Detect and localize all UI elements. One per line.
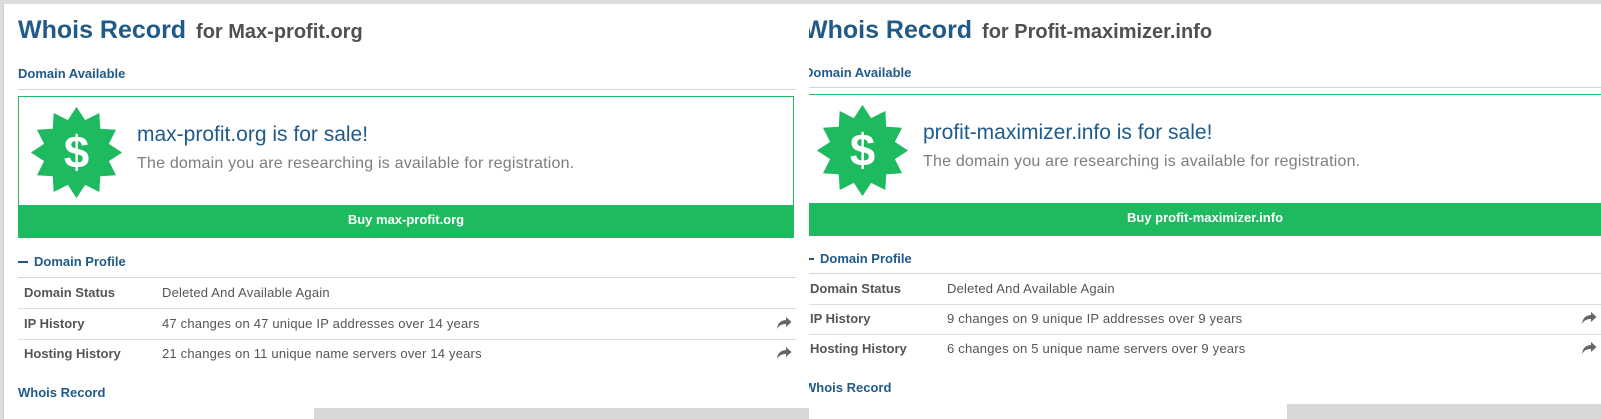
domain-available-label: Domain Available xyxy=(809,65,912,80)
share-arrow-icon[interactable] xyxy=(1581,311,1597,325)
row-label: Hosting History xyxy=(24,346,121,361)
page-title: Whois Record for Max-profit.org xyxy=(18,16,363,45)
share-arrow-icon[interactable] xyxy=(1581,341,1597,355)
dollar-badge-icon: $ xyxy=(815,103,910,198)
sale-title: max-profit.org is for sale! xyxy=(137,123,369,146)
row-value: 6 changes on 5 unique name servers over … xyxy=(947,341,1246,356)
dollar-badge-icon: $ xyxy=(29,105,124,200)
row-value: 47 changes on 47 unique IP addresses ove… xyxy=(162,316,480,331)
sale-subtitle: The domain you are researching is availa… xyxy=(923,153,1361,170)
whois-record-link[interactable]: Whois Record xyxy=(809,380,891,395)
domain-available-label: Domain Available xyxy=(18,66,126,81)
title-domain: for Max-profit.org xyxy=(196,21,363,43)
domain-profile-heading: Domain Profile xyxy=(820,251,912,266)
title-domain: for Profit-maximizer.info xyxy=(982,21,1213,43)
table-row: Domain Status Deleted And Available Agai… xyxy=(809,274,1601,305)
share-arrow-icon[interactable] xyxy=(776,346,792,360)
whois-panel-right: Whois Record for Profit-maximizer.info D… xyxy=(809,4,1601,419)
row-value: 21 changes on 11 unique name servers ove… xyxy=(162,346,482,361)
buy-domain-button[interactable]: Buy max-profit.org xyxy=(19,205,793,237)
title-text: Whois Record xyxy=(18,16,187,44)
table-row: IP History 9 changes on 9 unique IP addr… xyxy=(809,304,1601,335)
page-title: Whois Record for Profit-maximizer.info xyxy=(809,16,1212,45)
page-edge xyxy=(1287,404,1601,419)
minus-icon xyxy=(18,260,28,263)
row-value: Deleted And Available Again xyxy=(947,281,1115,296)
page-edge xyxy=(314,408,810,419)
row-label: IP History xyxy=(810,311,871,326)
for-sale-box: $ profit-maximizer.info is for sale! The… xyxy=(809,94,1601,236)
row-value: Deleted And Available Again xyxy=(162,285,330,300)
badge-symbol: $ xyxy=(64,127,89,178)
sale-title: profit-maximizer.info is for sale! xyxy=(923,121,1213,144)
divider xyxy=(809,87,1601,88)
badge-symbol: $ xyxy=(850,125,875,176)
table-row: Hosting History 21 changes on 11 unique … xyxy=(18,339,796,369)
title-text: Whois Record xyxy=(809,16,973,44)
row-label: IP History xyxy=(24,316,85,331)
share-arrow-icon[interactable] xyxy=(776,316,792,330)
sale-subtitle: The domain you are researching is availa… xyxy=(137,155,575,172)
domain-profile-toggle[interactable]: Domain Profile xyxy=(18,254,126,269)
domain-profile-heading: Domain Profile xyxy=(34,254,126,269)
domain-profile-toggle[interactable]: Domain Profile xyxy=(809,251,912,266)
row-label: Domain Status xyxy=(24,285,116,300)
table-row: Domain Status Deleted And Available Agai… xyxy=(18,278,796,309)
divider xyxy=(18,89,796,90)
whois-panel-left: Whois Record for Max-profit.org Domain A… xyxy=(3,4,810,419)
for-sale-box: $ max-profit.org is for sale! The domain… xyxy=(18,96,794,238)
whois-record-link[interactable]: Whois Record xyxy=(18,385,105,400)
row-label: Domain Status xyxy=(810,281,902,296)
buy-domain-button[interactable]: Buy profit-maximizer.info xyxy=(809,203,1601,235)
row-label: Hosting History xyxy=(810,341,907,356)
minus-icon xyxy=(809,257,814,260)
row-value: 9 changes on 9 unique IP addresses over … xyxy=(947,311,1243,326)
table-row: IP History 47 changes on 47 unique IP ad… xyxy=(18,309,796,340)
table-row: Hosting History 6 changes on 5 unique na… xyxy=(809,334,1601,364)
